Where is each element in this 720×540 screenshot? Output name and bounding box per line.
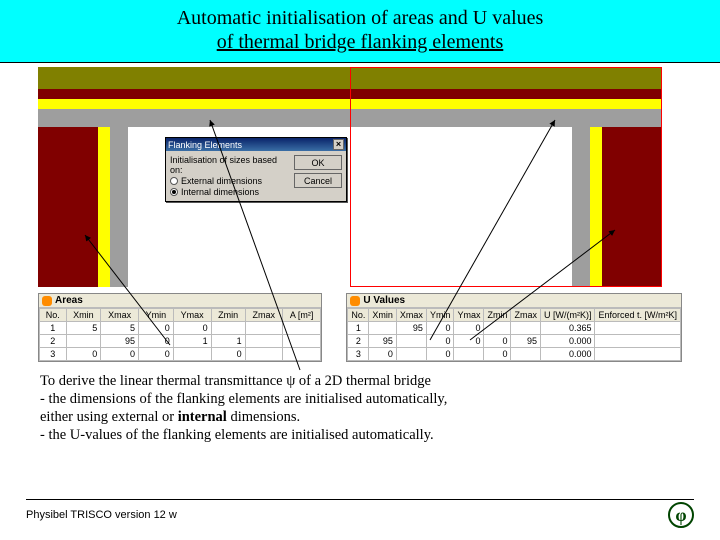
areas-icon	[42, 296, 52, 306]
flanking-elements-dialog: Flanking Elements × Initialisation of si…	[165, 137, 347, 202]
radio-external[interactable]: External dimensions	[170, 176, 290, 186]
psi-symbol: ψ	[286, 373, 295, 389]
table-row[interactable]: 295011	[40, 335, 321, 348]
notes: To derive the linear thermal transmittan…	[0, 362, 720, 445]
red-selection-box	[350, 67, 662, 287]
areas-table: No.XminXmaxYminYmaxZminZmaxA [m²] 155002…	[39, 308, 321, 361]
uvalues-caption: U Values	[363, 295, 405, 306]
title-line2: of thermal bridge flanking elements	[217, 31, 504, 53]
table-row[interactable]: 195000.365	[348, 322, 681, 335]
table-row[interactable]: 15500	[40, 322, 321, 335]
uvalues-table: No.XminXmaxYminYmaxZminZmaxU [W/(m²K)]En…	[347, 308, 681, 361]
dialog-group-label: Initialisation of sizes based on:	[170, 155, 290, 175]
cancel-button[interactable]: Cancel	[294, 173, 342, 188]
model-right	[350, 67, 662, 287]
close-icon[interactable]: ×	[333, 139, 344, 150]
tables-row: Areas No.XminXmaxYminYmaxZminZmaxA [m²] …	[0, 287, 720, 362]
footer: Physibel TRISCO version 12 w φ	[26, 499, 694, 528]
dialog-title: Flanking Elements	[168, 140, 242, 150]
title-line1: Automatic initialisation of areas and U …	[177, 7, 544, 29]
uvalues-panel: U Values No.XminXmaxYminYmaxZminZmaxU [W…	[346, 293, 682, 362]
ok-button[interactable]: OK	[294, 155, 342, 170]
dialog-titlebar: Flanking Elements ×	[166, 138, 346, 151]
areas-panel: Areas No.XminXmaxYminYmaxZminZmaxA [m²] …	[38, 293, 322, 362]
uvalues-icon	[350, 296, 360, 306]
table-row[interactable]: 295000950.000	[348, 335, 681, 348]
table-row[interactable]: 30000	[40, 348, 321, 361]
physibel-logo: φ	[668, 502, 694, 528]
radio-internal-label: Internal dimensions	[181, 187, 259, 197]
radio-external-label: External dimensions	[181, 176, 262, 186]
footer-text: Physibel TRISCO version 12 w	[26, 509, 177, 521]
areas-caption: Areas	[55, 295, 83, 306]
slide-title: Automatic initialisation of areas and U …	[0, 0, 720, 63]
radio-internal[interactable]: Internal dimensions	[170, 187, 290, 197]
table-row[interactable]: 30000.000	[348, 348, 681, 361]
figure-row: Flanking Elements × Initialisation of si…	[0, 67, 720, 287]
